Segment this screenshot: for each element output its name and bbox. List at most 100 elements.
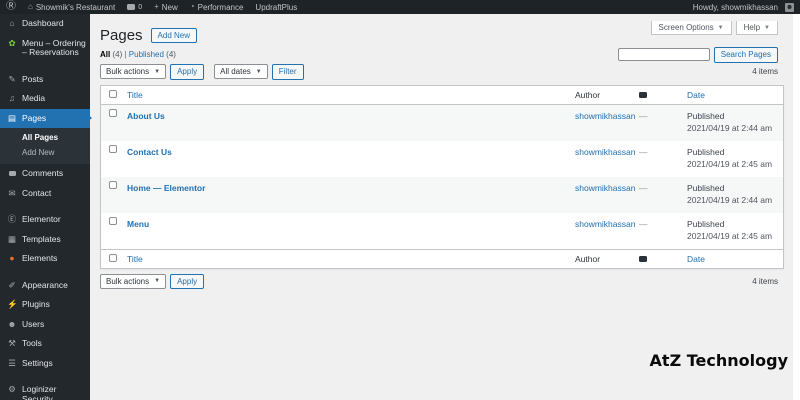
publish-status: Published [687, 218, 725, 229]
filter-button[interactable]: Filter [271, 64, 304, 80]
bulk-actions-select[interactable]: Bulk actions ▼ [100, 64, 167, 80]
performance-menu[interactable]: ◔ Performance [184, 0, 250, 14]
comments-column-icon [639, 91, 647, 98]
table-header-row: Title Author Date [101, 85, 783, 105]
publish-date: 2021/04/19 at 2:45 am [687, 230, 773, 241]
sidebar-item-label: Plugins [22, 299, 50, 309]
sidebar-item-appearance[interactable]: ✐ Appearance [0, 276, 90, 296]
no-comments-dash: — [639, 218, 648, 229]
admin-bar-comments[interactable]: 0 [121, 0, 148, 14]
page-title-link[interactable]: Menu [127, 219, 149, 229]
chevron-down-icon: ▼ [255, 68, 262, 75]
sidebar-item-label: Loginizer Security [22, 384, 57, 400]
sidebar-item-label: Menu – Ordering – Reservations [22, 37, 86, 57]
sidebar-item-settings[interactable]: ☰ Settings [0, 354, 90, 374]
sidebar-item-tools[interactable]: ⚒ Tools [0, 334, 90, 354]
howdy-label: Howdy, showmikhassan [692, 2, 778, 12]
sidebar-item-templates[interactable]: ▦ Templates [0, 230, 90, 250]
sidebar-item-label: Appearance [22, 279, 68, 290]
author-column-label: Author [575, 89, 601, 100]
my-account-menu[interactable]: Howdy, showmikhassan ☻ [687, 0, 800, 14]
author-link[interactable]: showmikhassan [575, 183, 635, 193]
sidebar-item-loginizer-security[interactable]: ⚙ Loginizer Security [0, 380, 90, 400]
apply-button[interactable]: Apply [170, 273, 205, 290]
tools-icon: ⚒ [8, 338, 16, 348]
page-title-link[interactable]: Contact Us [127, 147, 172, 157]
sidebar-item-media[interactable]: ♫ Media [0, 89, 90, 109]
page-title-link[interactable]: Home — Elementor [127, 183, 205, 193]
sort-by-date-link[interactable]: Date [687, 254, 705, 264]
screen-options-button[interactable]: Screen Options ▼ [650, 21, 732, 35]
publish-status: Published [687, 182, 725, 193]
sidebar-item-elementor[interactable]: Ⓔ Elementor [0, 210, 90, 230]
view-published-link[interactable]: Published (4) [129, 50, 176, 59]
site-name-menu[interactable]: ⌂ Showmik's Restaurant [22, 0, 121, 14]
help-label: Help [743, 23, 761, 32]
sidebar-item-comments[interactable]: Comments [0, 164, 90, 184]
sort-by-title-link[interactable]: Title [127, 254, 143, 264]
sidebar-subitem-add-new[interactable]: Add New [0, 145, 90, 160]
row-checkbox[interactable] [109, 180, 117, 189]
bulk-actions-label: Bulk actions [106, 67, 150, 77]
items-count: 4 items [752, 276, 778, 286]
sidebar-item-posts[interactable]: ✎ Posts [0, 70, 90, 90]
atz-technology-watermark: AtZ Technology [649, 351, 788, 370]
author-link[interactable]: showmikhassan [575, 111, 635, 121]
no-comments-dash: — [639, 182, 648, 193]
new-label: New [161, 2, 178, 12]
plugins-icon: ⚡ [7, 299, 18, 309]
publish-date: 2021/04/19 at 2:45 am [687, 158, 773, 169]
dashboard-icon: ⌂ [9, 18, 15, 28]
bulk-actions-select[interactable]: Bulk actions ▼ [100, 273, 167, 289]
publish-status: Published [687, 146, 725, 157]
admin-bar: Ⓡ ⌂ Showmik's Restaurant 0 + New ◔ Perfo… [0, 0, 800, 14]
sidebar-item-label: Elementor [22, 214, 61, 224]
add-new-button[interactable]: Add New [150, 27, 198, 44]
posts-icon: ✎ [8, 73, 16, 84]
sidebar-item-label: Contact [22, 187, 52, 198]
sort-by-title-link[interactable]: Title [127, 90, 143, 100]
help-button[interactable]: Help ▼ [735, 21, 778, 35]
sidebar-item-contact[interactable]: ✉ Contact [0, 184, 90, 204]
search-input[interactable] [617, 48, 710, 62]
comments-column-icon [639, 255, 647, 262]
page-title-link[interactable]: About Us [127, 111, 165, 121]
search-box: Search Pages [617, 47, 778, 63]
new-content-menu[interactable]: + New [148, 0, 184, 14]
templates-icon: ▦ [7, 233, 17, 244]
row-checkbox[interactable] [109, 108, 117, 117]
sidebar-item-pages[interactable]: ▤ Pages [0, 108, 90, 128]
elements-icon: ● [9, 253, 15, 263]
apply-button[interactable]: Apply [170, 64, 205, 80]
updraftplus-menu[interactable]: UpdraftPlus [249, 0, 303, 14]
sidebar-item-dashboard[interactable]: ⌂ Dashboard [0, 14, 90, 34]
table-row: About Us showmikhassan — Published 2021/… [101, 104, 783, 141]
select-all-checkbox[interactable] [109, 253, 117, 262]
sort-by-date-link[interactable]: Date [687, 90, 705, 100]
all-dates-label: All dates [220, 67, 251, 77]
view-all-link[interactable]: All (4) [100, 50, 122, 59]
tablenav-bottom: Bulk actions ▼ Apply 4 items [100, 273, 784, 290]
author-link[interactable]: showmikhassan [575, 219, 635, 229]
sidebar-item-label: Templates [22, 233, 61, 244]
sidebar-subitem-all-pages[interactable]: All Pages [0, 130, 90, 145]
search-pages-button[interactable]: Search Pages [713, 47, 778, 63]
pages-icon: ▤ [7, 112, 17, 123]
row-checkbox[interactable] [109, 144, 117, 153]
sidebar-item-menu-ordering-reservations[interactable]: ✿ Menu – Ordering – Reservations [0, 34, 90, 63]
main-content: Screen Options ▼ Help ▼ Pages Add New Se… [90, 14, 800, 400]
row-checkbox[interactable] [109, 216, 117, 225]
scrollbar-track[interactable] [793, 14, 800, 400]
wordpress-logo-menu[interactable]: Ⓡ [0, 0, 22, 14]
comments-icon [7, 169, 17, 179]
updraftplus-label: UpdraftPlus [255, 2, 298, 12]
select-all-checkbox[interactable] [109, 89, 117, 98]
author-column-label: Author [575, 253, 601, 264]
sidebar-item-plugins[interactable]: ⚡ Plugins [0, 295, 90, 315]
screen-options-label: Screen Options [658, 23, 714, 32]
all-dates-select[interactable]: All dates ▼ [214, 64, 268, 80]
sidebar-item-users[interactable]: ☻ Users [0, 315, 90, 335]
loginizer-icon: ⚙ [8, 384, 16, 394]
sidebar-item-elements[interactable]: ● Elements [0, 249, 90, 269]
author-link[interactable]: showmikhassan [575, 147, 635, 157]
